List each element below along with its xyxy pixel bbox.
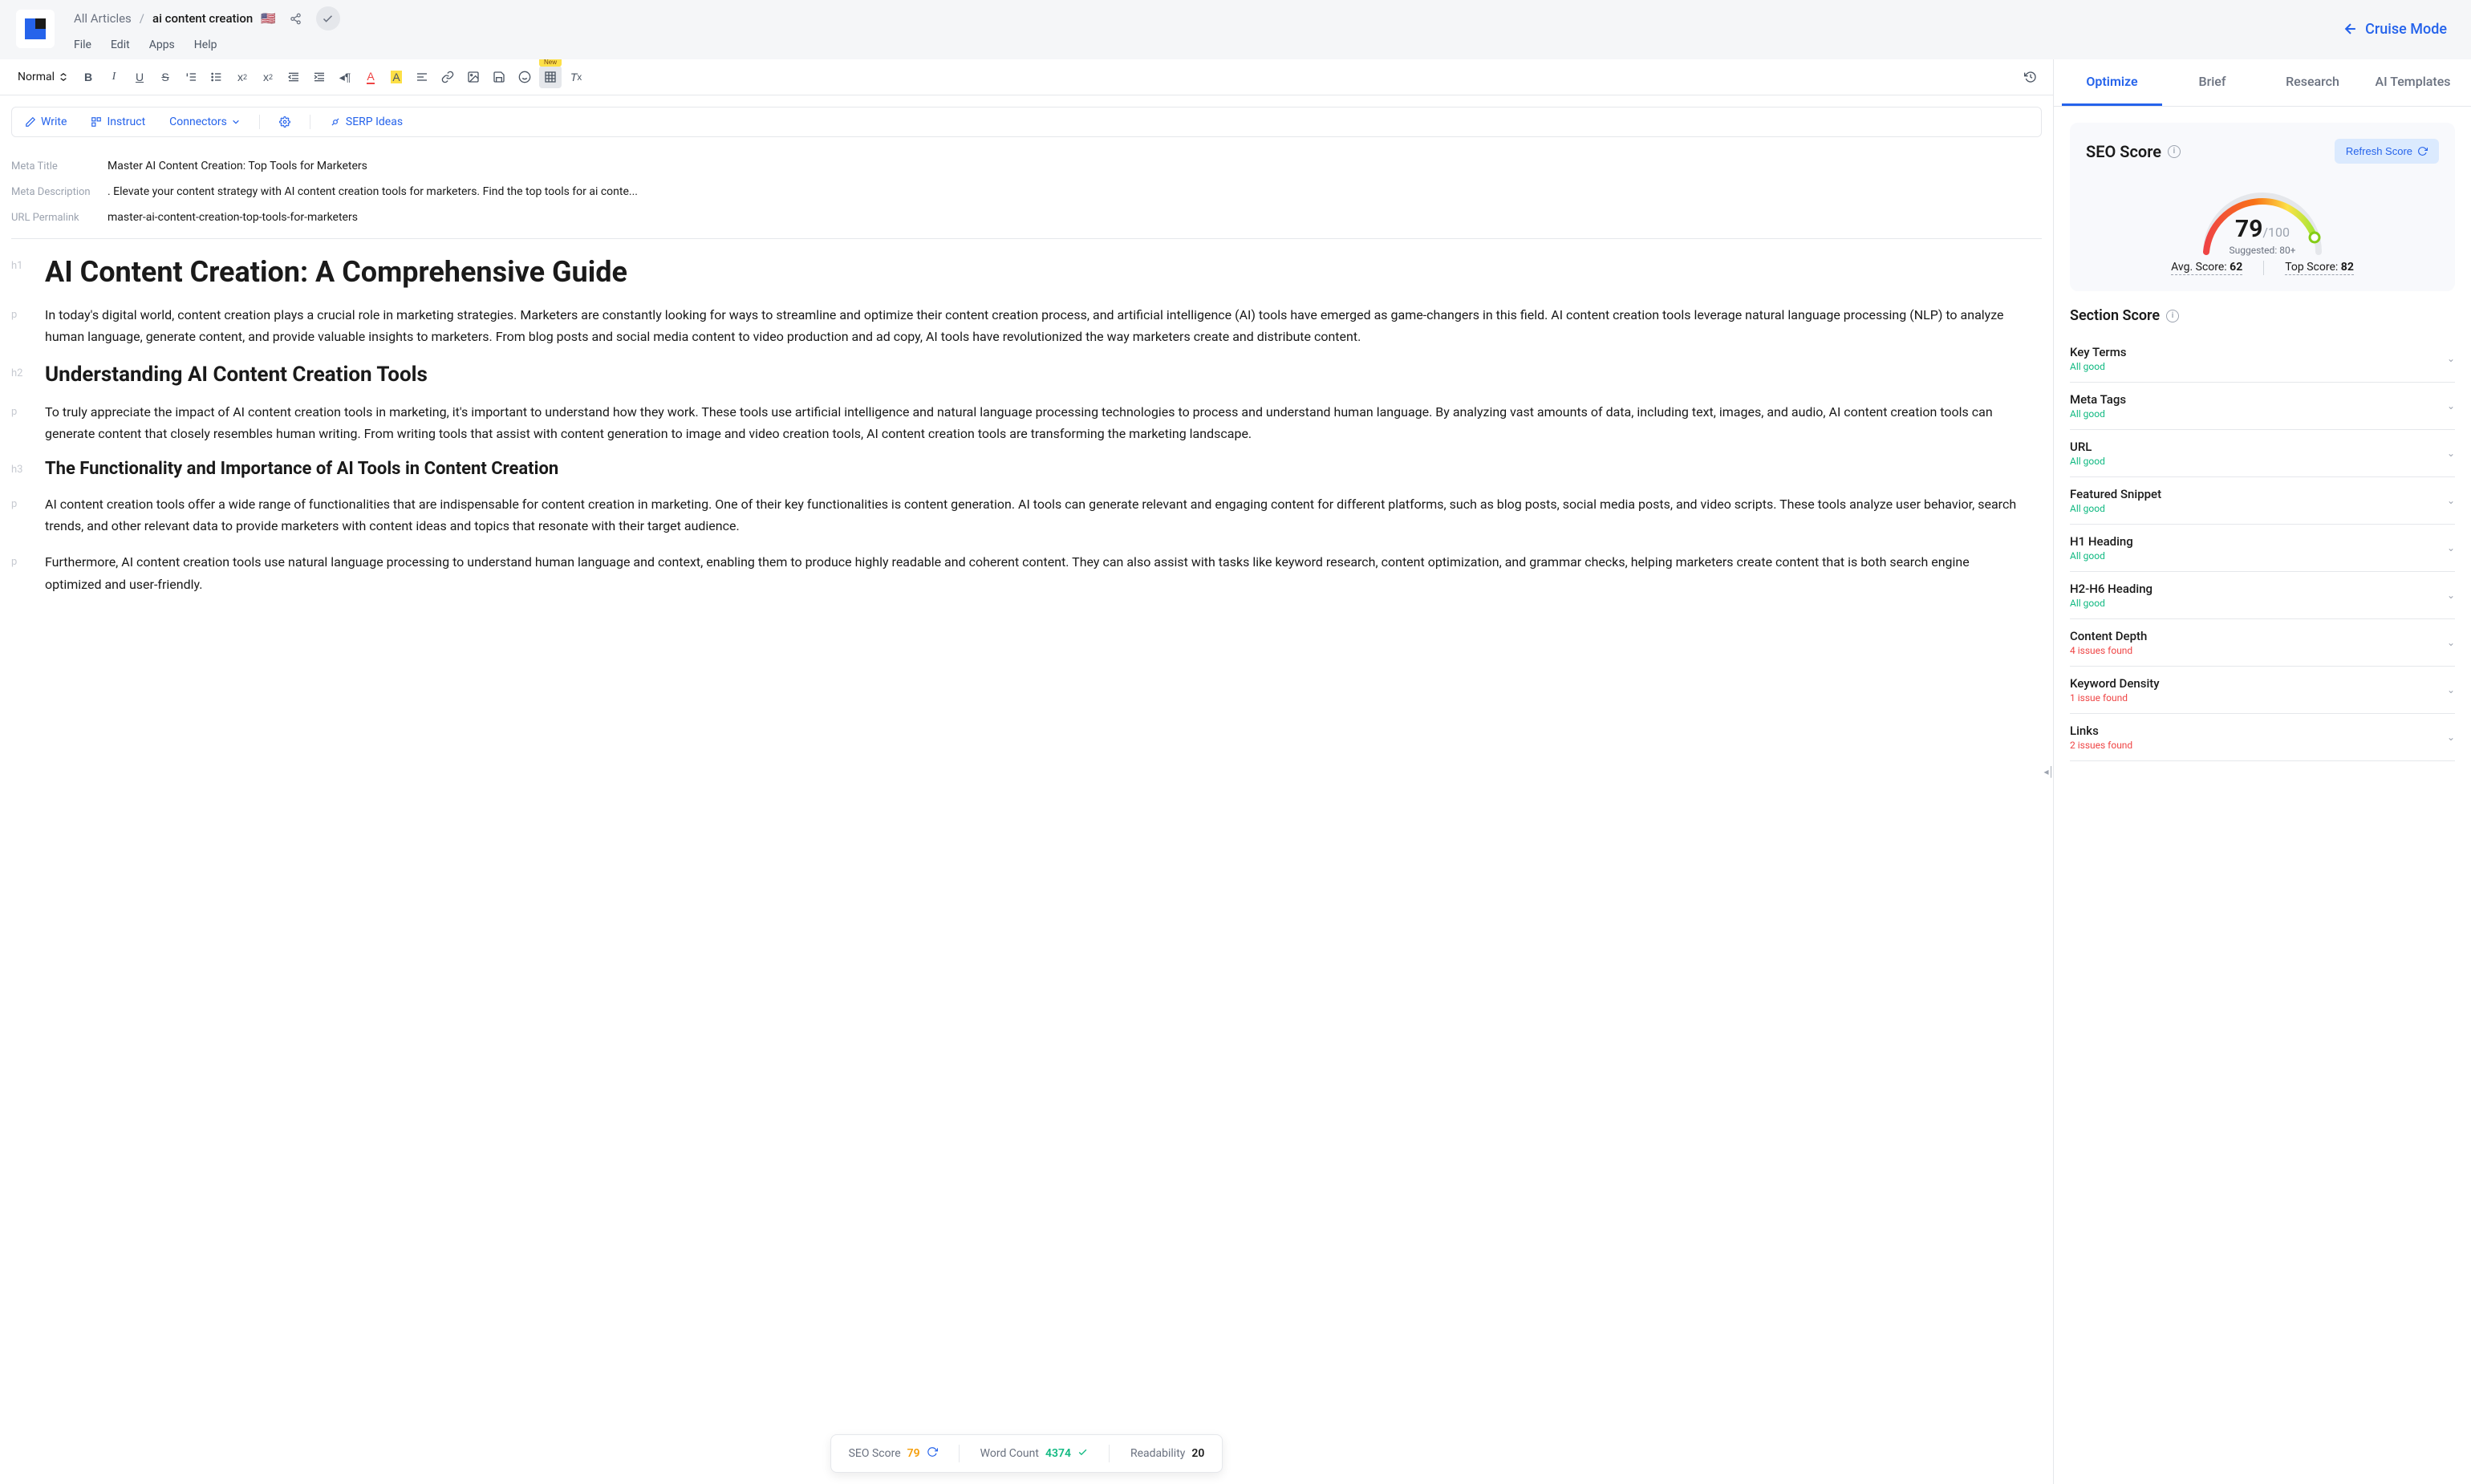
seo-gauge: 79/100 Suggested: 80+ bbox=[2194, 180, 2331, 248]
menu-help[interactable]: Help bbox=[194, 39, 217, 51]
check-icon bbox=[1077, 1447, 1088, 1461]
meta-title-row[interactable]: Meta Title Master AI Content Creation: T… bbox=[11, 153, 2042, 179]
align-button[interactable] bbox=[411, 66, 433, 88]
section-score-item[interactable]: Links 2 issues found ⌄ bbox=[2070, 714, 2455, 761]
tab-brief[interactable]: Brief bbox=[2162, 59, 2262, 106]
app-menu: File Edit Apps Help bbox=[74, 39, 2343, 51]
chevron-down-icon: ⌄ bbox=[2447, 448, 2455, 459]
history-icon[interactable] bbox=[2019, 66, 2042, 88]
menu-edit[interactable]: Edit bbox=[111, 39, 130, 51]
statusbar-word-count: 4374 bbox=[1045, 1447, 1071, 1460]
ordered-list-button[interactable] bbox=[180, 66, 202, 88]
block-type-label: p bbox=[11, 493, 45, 537]
section-score-item[interactable]: H1 Heading All good ⌄ bbox=[2070, 525, 2455, 572]
doc-paragraph[interactable]: In today's digital world, content creati… bbox=[45, 304, 2029, 347]
link-button[interactable] bbox=[436, 66, 459, 88]
doc-paragraph[interactable]: To truly appreciate the impact of AI con… bbox=[45, 401, 2029, 444]
subscript-button[interactable]: x2 bbox=[231, 66, 254, 88]
section-score-item[interactable]: Meta Tags All good ⌄ bbox=[2070, 383, 2455, 430]
block-type-label: p bbox=[11, 304, 45, 347]
chevron-down-icon: ⌄ bbox=[2447, 495, 2455, 506]
underline-button[interactable]: U bbox=[128, 66, 151, 88]
image-button[interactable] bbox=[462, 66, 485, 88]
menu-file[interactable]: File bbox=[74, 39, 91, 51]
meta-description-row[interactable]: Meta Description . Elevate your content … bbox=[11, 179, 2042, 205]
connectors-button[interactable]: Connectors bbox=[164, 112, 245, 132]
settings-icon[interactable] bbox=[274, 113, 295, 131]
chevron-down-icon: ⌄ bbox=[2447, 590, 2455, 601]
block-type-label: p bbox=[11, 551, 45, 594]
chevron-down-icon: ⌄ bbox=[2447, 637, 2455, 648]
resize-handle[interactable]: ◂│▸ bbox=[2043, 766, 2054, 777]
indent-button[interactable] bbox=[308, 66, 331, 88]
strikethrough-button[interactable]: S bbox=[154, 66, 176, 88]
menu-apps[interactable]: Apps bbox=[149, 39, 175, 51]
paragraph-style-select[interactable]: Normal bbox=[11, 67, 74, 87]
breadcrumb: All Articles / ai content creation 🇺🇸 bbox=[74, 6, 2343, 30]
tab-ai-templates[interactable]: AI Templates bbox=[2363, 59, 2463, 106]
meta-url-row[interactable]: URL Permalink master-ai-content-creation… bbox=[11, 205, 2042, 230]
block-type-label: h1 bbox=[11, 255, 45, 290]
ai-action-bar: Write Instruct Connectors SERP Ideas bbox=[11, 107, 2042, 137]
chevron-down-icon: ⌄ bbox=[2447, 542, 2455, 553]
chevron-down-icon: ⌄ bbox=[2447, 400, 2455, 412]
text-color-button[interactable]: A bbox=[359, 66, 382, 88]
outdent-button[interactable] bbox=[282, 66, 305, 88]
doc-paragraph[interactable]: Furthermore, AI content creation tools u… bbox=[45, 551, 2029, 594]
block-type-label: p bbox=[11, 401, 45, 444]
instruct-button[interactable]: Instruct bbox=[86, 112, 150, 132]
emoji-button[interactable] bbox=[513, 66, 536, 88]
section-score-item[interactable]: URL All good ⌄ bbox=[2070, 430, 2455, 477]
statusbar-readability: 20 bbox=[1191, 1447, 1204, 1460]
chevron-down-icon: ⌄ bbox=[2447, 684, 2455, 695]
breadcrumb-all-articles[interactable]: All Articles bbox=[74, 11, 132, 26]
document-editor[interactable]: h1 AI Content Creation: A Comprehensive … bbox=[0, 239, 2053, 1484]
check-icon[interactable] bbox=[316, 6, 340, 30]
bold-button[interactable]: B bbox=[77, 66, 99, 88]
info-icon[interactable]: i bbox=[2166, 310, 2179, 322]
unordered-list-button[interactable] bbox=[205, 66, 228, 88]
breadcrumb-current: ai content creation bbox=[152, 11, 253, 26]
text-direction-button[interactable]: ◂¶ bbox=[334, 66, 356, 88]
refresh-icon[interactable] bbox=[927, 1446, 938, 1461]
section-score-item[interactable]: Key Terms All good ⌄ bbox=[2070, 335, 2455, 383]
tab-research[interactable]: Research bbox=[2262, 59, 2363, 106]
sidebar-tabs: Optimize Brief Research AI Templates bbox=[2054, 59, 2471, 107]
section-score-item[interactable]: Featured Snippet All good ⌄ bbox=[2070, 477, 2455, 525]
statusbar-seo-score: 79 bbox=[907, 1447, 920, 1460]
status-bar: SEO Score 79 Word Count 4374 Readability… bbox=[830, 1434, 1223, 1473]
doc-paragraph[interactable]: AI content creation tools offer a wide r… bbox=[45, 493, 2029, 537]
italic-button[interactable]: I bbox=[103, 66, 125, 88]
write-button[interactable]: Write bbox=[20, 112, 71, 132]
seo-score-card: SEO Score i Refresh Score bbox=[2070, 123, 2455, 291]
doc-h1[interactable]: AI Content Creation: A Comprehensive Gui… bbox=[45, 255, 2029, 290]
table-button[interactable] bbox=[539, 66, 562, 88]
doc-h2[interactable]: Understanding AI Content Creation Tools bbox=[45, 363, 2029, 387]
block-type-label: h2 bbox=[11, 363, 45, 387]
highlight-button[interactable]: A bbox=[385, 66, 408, 88]
chevron-down-icon: ⌄ bbox=[2447, 732, 2455, 743]
editor-toolbar: Normal B I U S x2 x2 ◂¶ A A bbox=[0, 59, 2053, 95]
superscript-button[interactable]: x2 bbox=[257, 66, 279, 88]
section-score-item[interactable]: Content Depth 4 issues found ⌄ bbox=[2070, 619, 2455, 667]
serp-ideas-button[interactable]: SERP Ideas bbox=[325, 112, 408, 132]
tab-optimize[interactable]: Optimize bbox=[2062, 59, 2162, 106]
refresh-score-button[interactable]: Refresh Score bbox=[2335, 139, 2439, 164]
doc-h3[interactable]: The Functionality and Importance of AI T… bbox=[45, 459, 2029, 479]
clear-format-button[interactable]: Tx bbox=[565, 66, 587, 88]
info-icon[interactable]: i bbox=[2168, 145, 2181, 158]
section-score-item[interactable]: H2-H6 Heading All good ⌄ bbox=[2070, 572, 2455, 619]
save-button[interactable] bbox=[488, 66, 510, 88]
locale-flag-icon[interactable]: 🇺🇸 bbox=[261, 11, 276, 26]
share-icon[interactable] bbox=[284, 6, 308, 30]
section-score-title: Section Score i bbox=[2070, 307, 2455, 324]
app-logo[interactable] bbox=[16, 10, 55, 48]
block-type-label: h3 bbox=[11, 459, 45, 479]
section-score-item[interactable]: Keyword Density 1 issue found ⌄ bbox=[2070, 667, 2455, 714]
chevron-down-icon: ⌄ bbox=[2447, 353, 2455, 364]
cruise-mode-button[interactable]: Cruise Mode bbox=[2343, 21, 2455, 38]
